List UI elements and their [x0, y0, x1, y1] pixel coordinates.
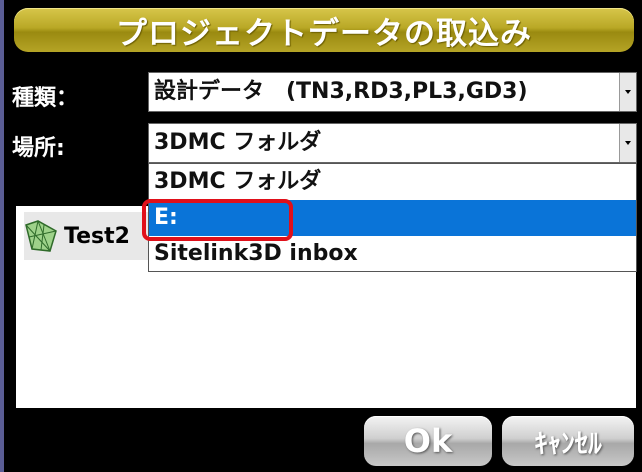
ok-button[interactable]: Ok [364, 416, 492, 466]
highlight-annotation [142, 199, 293, 241]
type-select[interactable]: 設計データ (TN3,RD3,PL3,GD3) [148, 72, 637, 112]
location-select-value: 3DMC フォルダ [154, 130, 322, 155]
import-project-data-dialog: プロジェクトデータの取込み 種類： 設計データ (TN3,RD3,PL3,GD3… [4, 0, 642, 472]
type-select-arrow-icon[interactable] [619, 73, 636, 111]
location-select[interactable]: 3DMC フォルダ [148, 123, 637, 163]
title-bar: プロジェクトデータの取込み [14, 8, 634, 52]
location-option-3dmc-folder[interactable]: 3DMC フォルダ [149, 164, 636, 200]
file-name: Test2 [64, 223, 130, 249]
cancel-button[interactable]: ｷｬﾝｾﾙ [502, 416, 634, 466]
surface-file-icon [25, 220, 57, 252]
location-label: 場所: [12, 136, 65, 161]
location-select-arrow-icon[interactable] [619, 124, 636, 162]
dialog-title: プロジェクトデータの取込み [116, 15, 532, 52]
type-select-value: 設計データ (TN3,RD3,PL3,GD3) [154, 79, 528, 104]
location-option-sitelink3d-inbox[interactable]: Sitelink3D inbox [149, 236, 636, 272]
type-label: 種類： [12, 86, 79, 111]
